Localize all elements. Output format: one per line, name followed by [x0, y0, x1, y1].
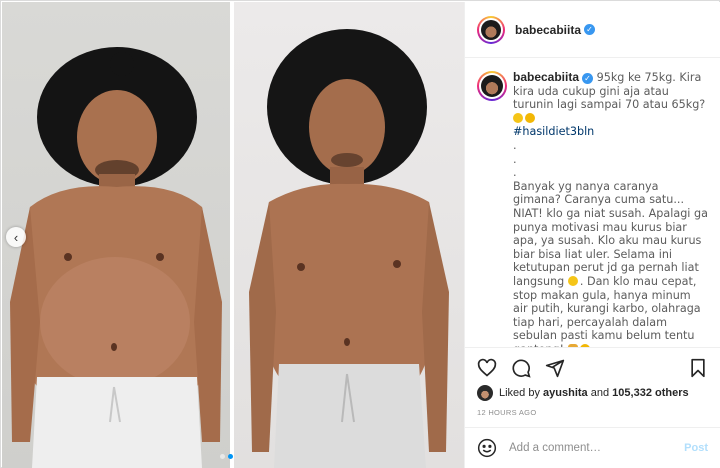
comment-icon[interactable] [511, 358, 531, 378]
verified-badge-icon: ✓ [582, 73, 594, 84]
carousel-dot-active [228, 454, 233, 459]
likes-summary: Liked by ayushita and 105,332 others [477, 385, 689, 401]
post-comment-button[interactable]: Post [684, 442, 708, 454]
caption-username[interactable]: babecabiita [513, 70, 579, 84]
post-sidebar: babecabiita ✓ babecabiita ✓ 95kg ke 75kg.… [464, 2, 720, 468]
caption-body: Banyak yg nanya caranya gimana? Caranya … [513, 179, 708, 288]
caption-avatar[interactable] [477, 71, 507, 101]
post-media[interactable]: ‹ [2, 2, 464, 468]
caption-dot: . [513, 138, 517, 152]
caption-dot: . [513, 152, 517, 166]
instagram-post-window: ‹ babecabiita ✓ babecabiita ✓ 95kg ke 75k… [0, 0, 720, 468]
likes-prefix: Liked by [499, 387, 540, 399]
caption-area: babecabiita ✓ 95kg ke 75kg. Kira kira uda… [465, 59, 720, 347]
hashtag-link[interactable]: #hasildiet3bln [513, 125, 594, 138]
laugh-emoji-icon [567, 275, 578, 286]
carousel-dot [220, 454, 225, 459]
comment-bar: Post [465, 427, 720, 468]
post-header: babecabiita ✓ [465, 2, 720, 58]
post-username[interactable]: babecabiita [515, 23, 581, 37]
bookmark-icon[interactable] [688, 358, 708, 378]
heart-icon[interactable] [477, 358, 497, 378]
carousel-indicator [220, 454, 233, 459]
laugh-emoji-icon [525, 112, 535, 123]
photo-before [2, 2, 230, 468]
likes-count[interactable]: 105,332 others [612, 387, 688, 399]
caption-dot: . [513, 166, 517, 180]
liker-username[interactable]: ayushita [543, 387, 588, 399]
comment-input[interactable] [509, 442, 685, 454]
emoji-icon[interactable] [477, 438, 497, 458]
post-timestamp[interactable]: 12 HOURS AGO [477, 408, 536, 417]
likes-and: and [590, 387, 610, 399]
photo-after [234, 2, 464, 468]
verified-badge-icon: ✓ [584, 24, 596, 35]
caption-text: babecabiita ✓ 95kg ke 75kg. Kira kira uda… [513, 70, 708, 347]
chevron-left-icon: ‹ [13, 229, 19, 245]
action-bar [465, 347, 720, 378]
smile-emoji-icon [513, 112, 523, 123]
carousel-prev-button[interactable]: ‹ [6, 227, 26, 247]
liker-avatar[interactable] [477, 385, 493, 401]
share-icon[interactable] [545, 358, 565, 378]
avatar[interactable] [477, 15, 505, 44]
